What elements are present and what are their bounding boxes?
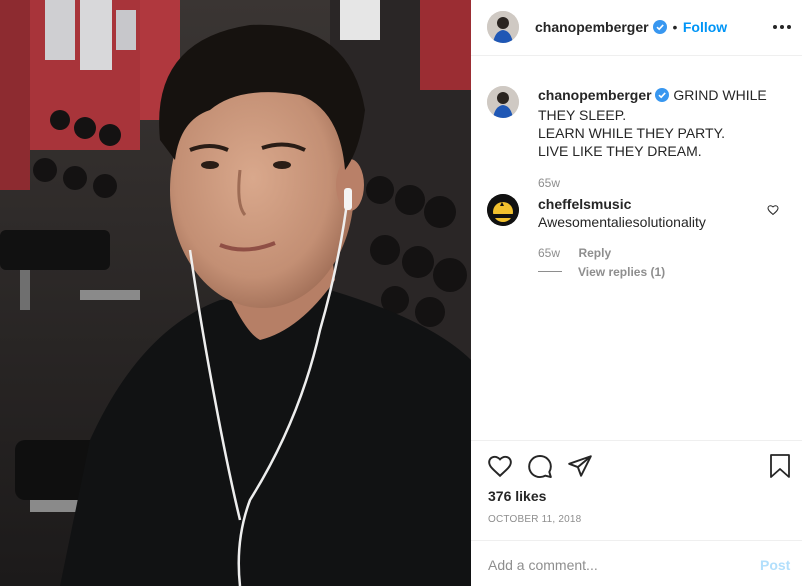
author-avatar[interactable]: [487, 11, 519, 43]
view-replies-button[interactable]: View replies (1): [578, 265, 665, 279]
commenter-avatar[interactable]: [487, 194, 519, 226]
commenter-username[interactable]: cheffelsmusic: [538, 195, 768, 213]
replies-divider: [538, 271, 562, 272]
like-heart-icon[interactable]: [487, 453, 513, 479]
follow-button[interactable]: Follow: [683, 19, 727, 35]
post-comment-button[interactable]: Post: [760, 557, 790, 573]
caption-line-3: LEARN WHILE THEY PARTY.: [538, 125, 725, 141]
header-separator: •: [672, 19, 678, 35]
caption-avatar-image: [487, 86, 519, 118]
comment-age[interactable]: 65w: [538, 246, 560, 260]
comment-meta-row: 65w Reply: [538, 244, 611, 262]
comment-body: cheffelsmusic Awesomentaliesolutionality: [538, 195, 768, 231]
add-comment-bar: Add a comment... Post: [471, 540, 802, 587]
caption-text: chanopemberger GRIND WHILE THEY SLEEP. L…: [538, 86, 788, 192]
post-date[interactable]: OCTOBER 11, 2018: [488, 514, 581, 525]
author-username[interactable]: chanopemberger: [535, 19, 649, 35]
share-send-icon[interactable]: [567, 453, 593, 479]
caption-age[interactable]: 65w: [538, 174, 788, 192]
likes-count[interactable]: 376 likes: [488, 488, 546, 504]
caption-line-4: LIVE LIKE THEY DREAM.: [538, 143, 702, 159]
comment-bubble-icon[interactable]: [527, 453, 553, 479]
caption-username[interactable]: chanopemberger: [538, 87, 652, 103]
comment-reply-button[interactable]: Reply: [578, 246, 611, 260]
author-avatar-image: [487, 11, 519, 43]
save-bookmark-icon[interactable]: [769, 453, 793, 479]
comment-like-heart-icon[interactable]: [767, 203, 779, 216]
header-user-row: chanopemberger • Follow: [535, 19, 727, 39]
add-comment-input[interactable]: Add a comment...: [488, 557, 598, 573]
post-header: chanopemberger • Follow: [471, 0, 802, 56]
commenter-avatar-image: [487, 194, 519, 226]
post-photo[interactable]: [0, 0, 471, 586]
selfie-photo-illustration: [0, 0, 471, 586]
caption-avatar[interactable]: [487, 86, 519, 118]
caption-line-1: GRIND WHILE: [673, 87, 767, 103]
post-side-panel: chanopemberger • Follow chanopemberger G…: [471, 0, 802, 586]
caption-verified-badge-icon: [655, 88, 670, 106]
comment-text: Awesomentaliesolutionality: [538, 214, 706, 230]
verified-badge-icon: [653, 20, 668, 39]
more-options-icon[interactable]: [771, 17, 793, 37]
caption-line-2: THEY SLEEP.: [538, 107, 627, 123]
instagram-post-view: chanopemberger • Follow chanopemberger G…: [0, 0, 802, 586]
